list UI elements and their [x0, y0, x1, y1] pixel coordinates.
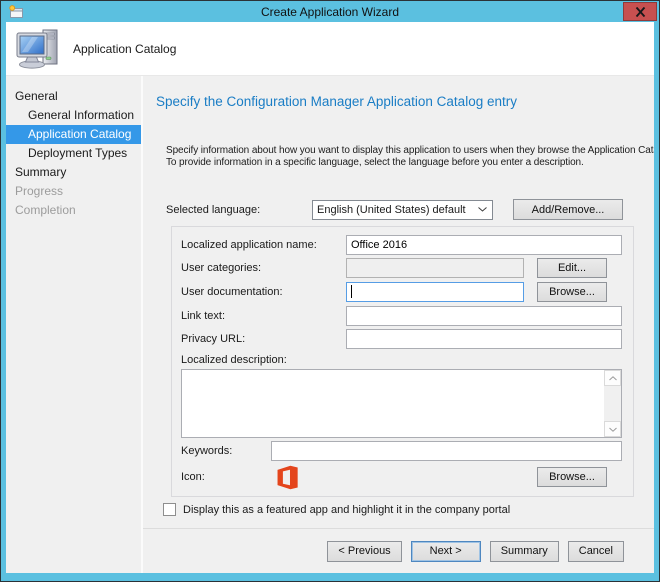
wizard-navigation: General General Information Application …	[6, 76, 141, 573]
textarea-scrollbar[interactable]	[604, 370, 621, 437]
browse-documentation-button[interactable]: Browse...	[537, 282, 607, 302]
language-select[interactable]: English (United States) default	[312, 199, 493, 220]
close-x-icon	[635, 6, 645, 17]
localized-description-label: Localized description:	[181, 354, 287, 366]
link-text-input[interactable]	[346, 306, 622, 326]
page-description: Specify information about how you want t…	[166, 145, 654, 169]
next-button[interactable]: Next >	[410, 540, 481, 562]
titlebar: Create Application Wizard	[1, 1, 659, 22]
sidebar-item-application-catalog[interactable]: Application Catalog	[6, 125, 141, 144]
sidebar-item-progress: Progress	[15, 184, 64, 198]
wizard-body: General General Information Application …	[6, 76, 654, 573]
privacy-url-label: Privacy URL:	[181, 333, 246, 345]
create-application-wizard-window: Create Application Wizard Application Ca…	[0, 0, 660, 582]
user-categories-label: User categories:	[181, 262, 262, 274]
user-documentation-label: User documentation:	[181, 286, 283, 298]
previous-button[interactable]: < Previous	[327, 540, 402, 562]
scroll-up-button[interactable]	[604, 370, 621, 386]
localized-info-groupbox: Localized application name: User categor…	[171, 226, 634, 497]
featured-app-checkbox-label: Display this as a featured app and highl…	[183, 503, 511, 516]
privacy-url-input[interactable]	[346, 329, 622, 349]
featured-app-checkbox[interactable]	[163, 503, 176, 516]
page-description-line2: To provide information in a specific lan…	[166, 157, 584, 168]
page-application-catalog: Specify the Configuration Manager Applic…	[143, 76, 654, 528]
page-title: Specify the Configuration Manager Applic…	[156, 94, 517, 109]
scroll-down-button[interactable]	[604, 421, 621, 437]
chevron-down-icon	[478, 207, 487, 212]
header-title: Application Catalog	[73, 41, 177, 56]
sidebar-item-general[interactable]: General	[6, 87, 141, 106]
cancel-button[interactable]: Cancel	[567, 540, 624, 562]
wizard-footer: < Previous Next > Summary Cancel	[143, 528, 654, 573]
language-select-value: English (United States) default	[317, 203, 466, 216]
sidebar-item-summary[interactable]: Summary	[6, 163, 141, 182]
summary-button[interactable]: Summary	[489, 540, 559, 562]
sidebar-item-deployment-types[interactable]: Deployment Types	[6, 144, 141, 163]
scrollbar-track[interactable]	[604, 386, 621, 421]
browse-icon-button[interactable]: Browse...	[537, 467, 607, 487]
app-name-label: Localized application name:	[181, 239, 317, 251]
page-description-line1: Specify information about how you want t…	[166, 145, 654, 156]
text-caret	[351, 285, 352, 298]
keywords-input[interactable]	[271, 441, 622, 461]
sidebar-item-general-information[interactable]: General Information	[6, 106, 141, 125]
selected-language-label: Selected language:	[166, 203, 261, 216]
wizard-header: Application Catalog	[6, 22, 654, 76]
chevron-down-icon	[608, 427, 617, 432]
icon-label: Icon:	[181, 471, 205, 483]
user-categories-input	[346, 258, 524, 278]
close-button[interactable]	[623, 2, 657, 21]
computer-workstation-icon	[16, 28, 60, 70]
user-documentation-input[interactable]	[346, 282, 524, 302]
office-2016-logo-icon	[276, 465, 299, 490]
window-title: Create Application Wizard	[260, 4, 400, 19]
add-remove-button[interactable]: Add/Remove...	[513, 199, 623, 220]
keywords-label: Keywords:	[181, 445, 233, 457]
edit-categories-button[interactable]: Edit...	[537, 258, 607, 278]
localized-description-textarea[interactable]	[181, 369, 622, 438]
chevron-up-icon	[608, 375, 617, 380]
window-frame: Application Catalog General General Info…	[1, 22, 659, 581]
link-text-label: Link text:	[181, 310, 226, 322]
app-name-input[interactable]	[346, 235, 622, 255]
sidebar-item-completion: Completion	[15, 203, 76, 217]
